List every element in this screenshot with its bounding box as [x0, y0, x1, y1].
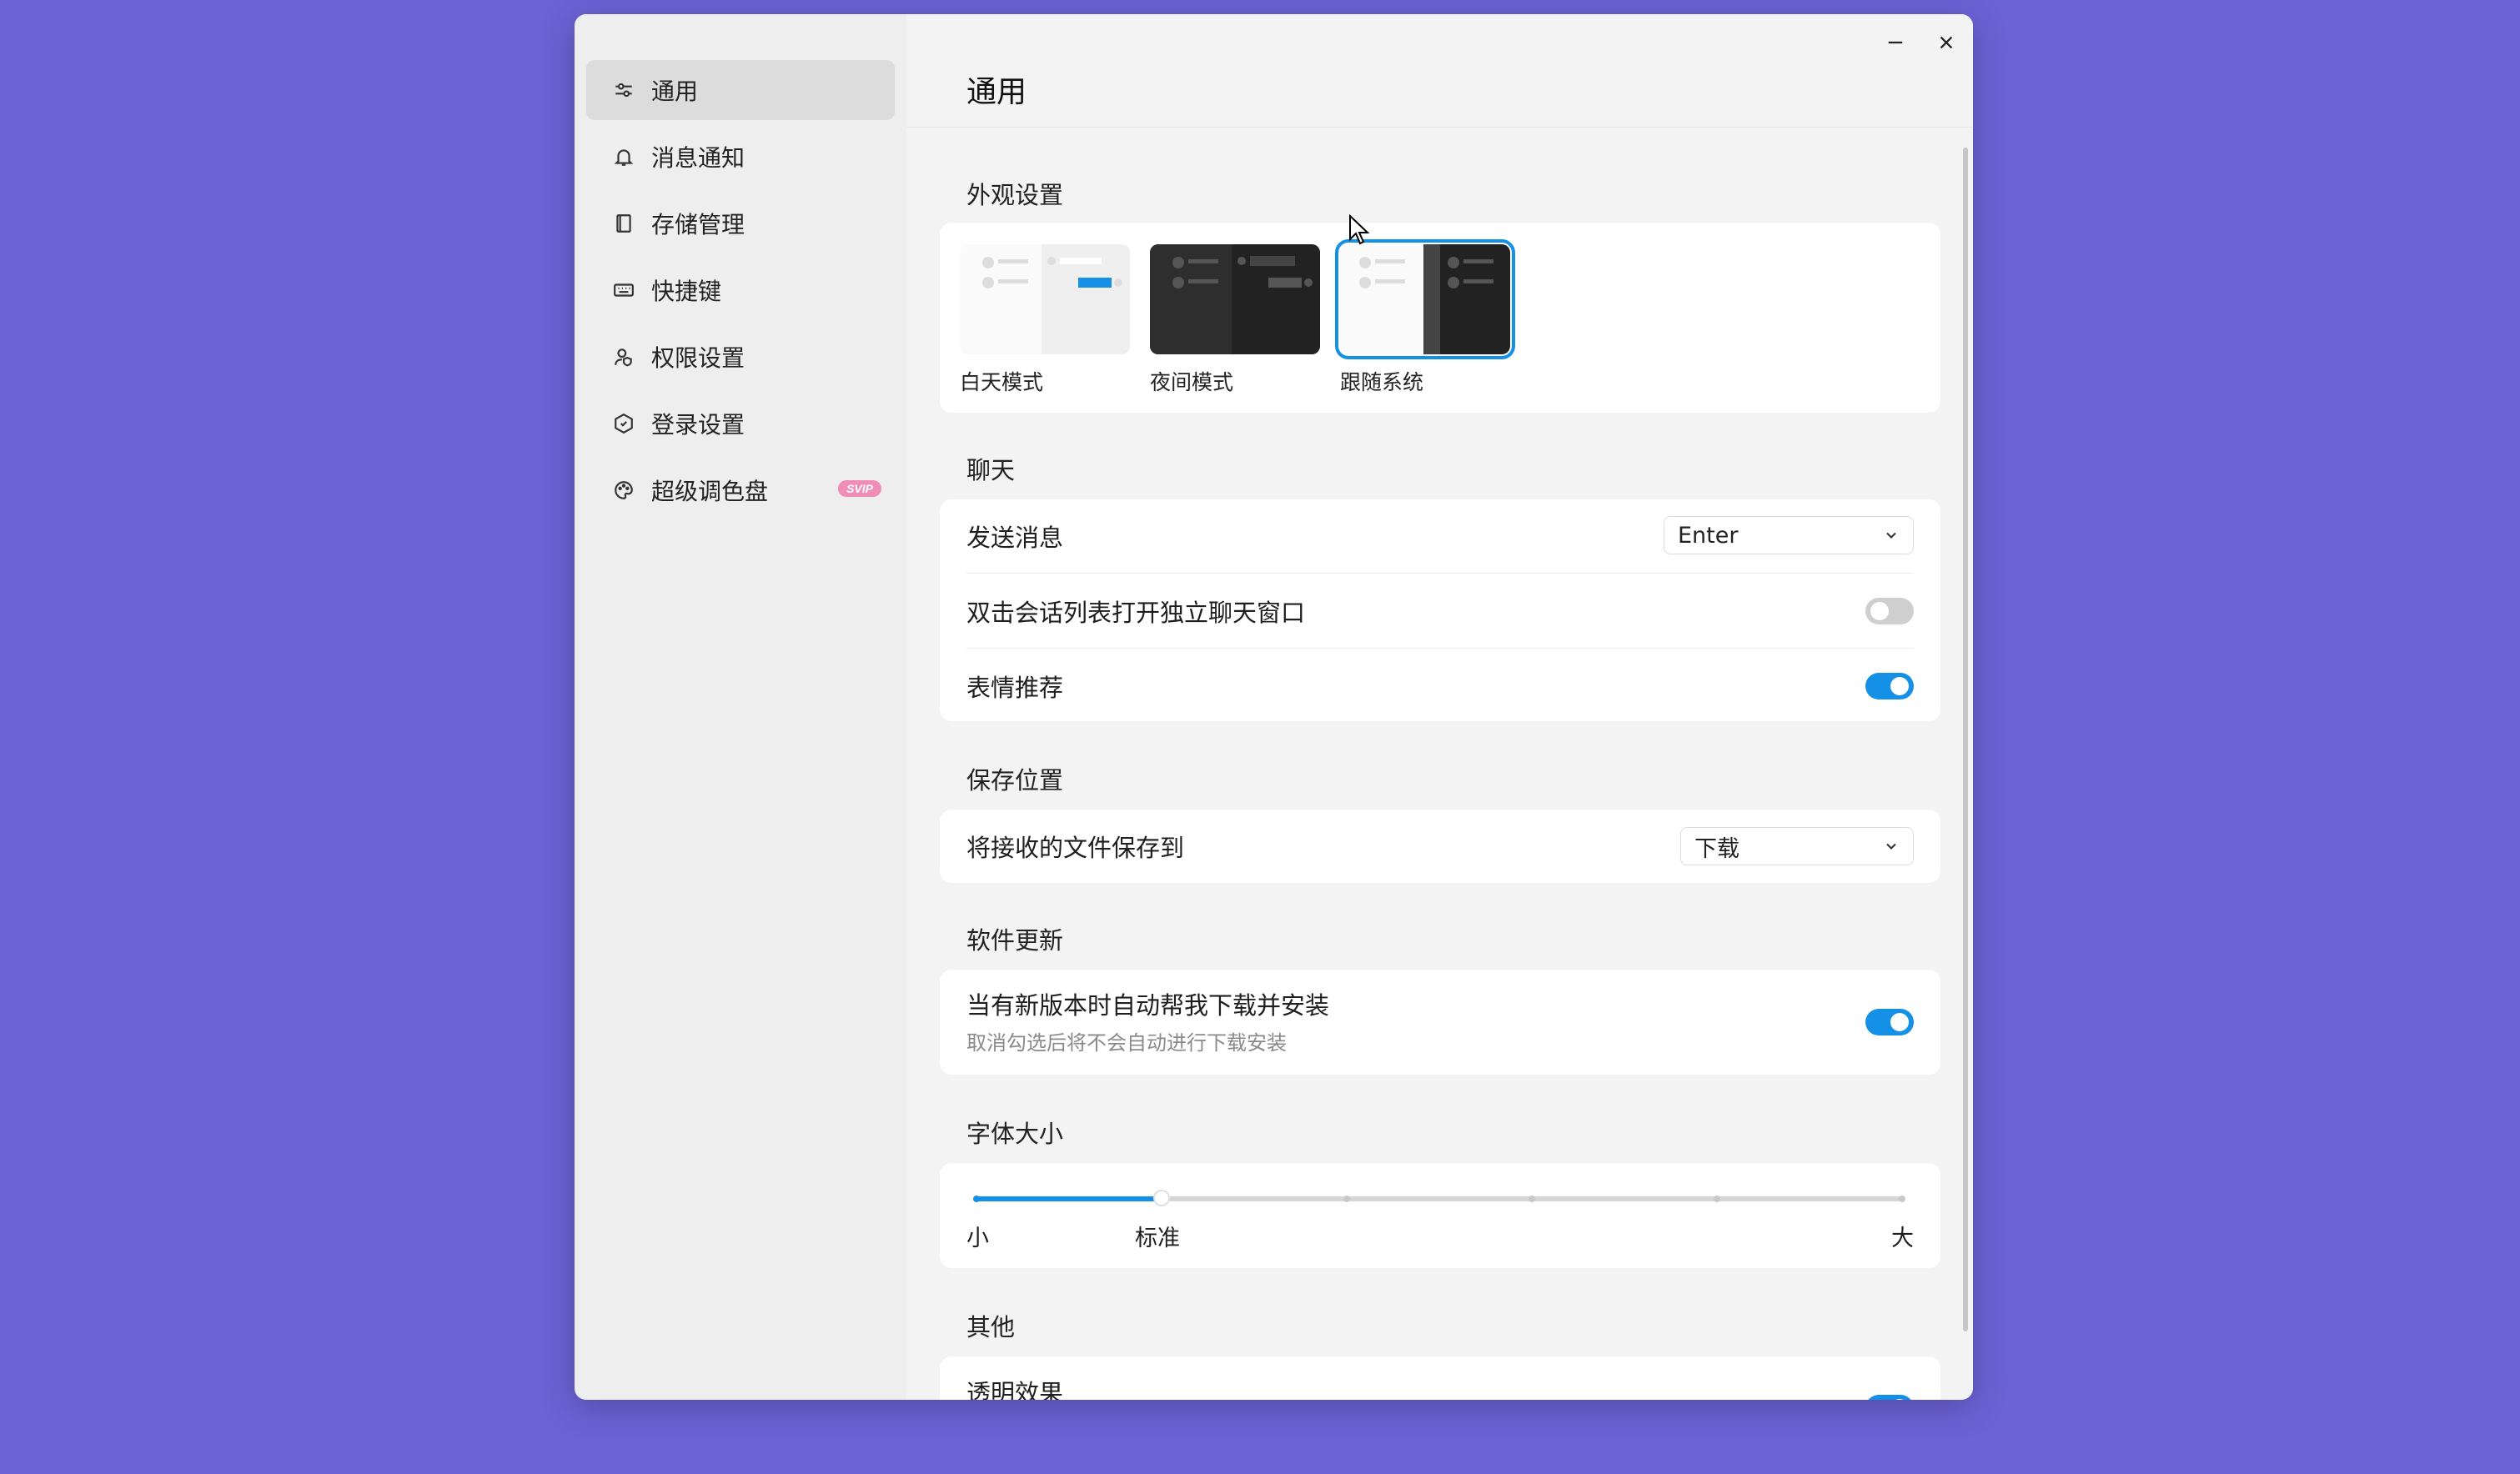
close-icon — [1940, 36, 1953, 49]
divider — [966, 573, 1914, 574]
sidebar-item-label: 权限设置 — [651, 344, 745, 372]
chevron-down-icon — [1886, 843, 1896, 850]
emoji-toggle[interactable] — [1865, 673, 1914, 699]
double-click-row: 双击会话列表打开独立聊天窗口 — [966, 586, 1914, 636]
page-title: 通用 — [966, 75, 1027, 109]
sidebar-item-permissions[interactable]: 权限设置 — [586, 327, 895, 387]
section-title-save: 保存位置 — [966, 766, 1064, 795]
theme-system-label: 跟随系统 — [1340, 370, 1424, 394]
slider-tick — [1529, 1196, 1535, 1202]
dark-theme-preview — [1150, 244, 1320, 354]
svip-badge: SVIP — [838, 480, 881, 497]
theme-light-label: 白天模式 — [960, 370, 1044, 394]
sidebar-item-label: 超级调色盘 — [651, 478, 769, 505]
chat-card: 发送消息 Enter 双击会话列表打开独立聊天窗口 表情推荐 — [940, 499, 1940, 721]
sidebar-item-palette[interactable]: 超级调色盘 SVIP — [586, 460, 895, 520]
sidebar-item-label: 存储管理 — [651, 211, 745, 238]
font-min-label: 小 — [966, 1226, 989, 1251]
main-header: 通用 — [906, 14, 1973, 128]
sidebar: 通用 消息通知 存储管理 快捷键 权限设置 登录设置 超级调色盘 SVIP — [575, 14, 906, 1400]
update-label: 当有新版本时自动帮我下载并安装 — [966, 991, 1330, 1020]
sidebar-item-shortcuts[interactable]: 快捷键 — [586, 260, 895, 320]
palette-icon — [611, 478, 636, 503]
bell-icon — [611, 144, 636, 169]
theme-dark-label: 夜间模式 — [1150, 370, 1234, 394]
section-title-appearance: 外观设置 — [966, 181, 1064, 209]
double-click-toggle[interactable] — [1865, 598, 1914, 624]
slider-tick — [1899, 1196, 1905, 1202]
update-sub: 取消勾选后将不会自动进行下载安装 — [966, 1031, 1287, 1055]
auto-update-toggle[interactable] — [1865, 1009, 1914, 1035]
sliders-icon — [611, 78, 636, 103]
system-theme-preview — [1340, 244, 1510, 354]
section-title-font: 字体大小 — [966, 1120, 1064, 1148]
slider-tick — [1714, 1196, 1720, 1202]
font-slider-fill — [976, 1196, 1162, 1201]
transparent-toggle[interactable] — [1865, 1395, 1914, 1400]
update-card: 当有新版本时自动帮我下载并安装 取消勾选后将不会自动进行下载安装 — [940, 970, 1940, 1075]
mouse-cursor-icon — [1349, 214, 1370, 245]
theme-system-option[interactable] — [1335, 239, 1515, 359]
section-title-update: 软件更新 — [966, 926, 1064, 955]
appearance-card: 白天模式 夜间模式 跟随系统 — [940, 223, 1940, 413]
save-card: 将接收的文件保存到 下载 — [940, 810, 1940, 883]
send-message-label: 发送消息 — [966, 524, 1064, 552]
close-button[interactable] — [1930, 26, 1963, 59]
transparent-row: 透明效果 — [966, 1366, 1914, 1400]
other-card: 透明效果 — [940, 1356, 1940, 1400]
section-title-chat: 聊天 — [966, 456, 1016, 484]
minimize-icon — [1888, 41, 1903, 44]
font-max-label: 大 — [1891, 1226, 1914, 1251]
sidebar-item-label: 消息通知 — [651, 144, 745, 172]
double-click-label: 双击会话列表打开独立聊天窗口 — [966, 599, 1306, 627]
sidebar-item-notifications[interactable]: 消息通知 — [586, 127, 895, 187]
font-standard-label: 标准 — [1135, 1226, 1180, 1251]
save-location-value: 下载 — [1694, 835, 1739, 862]
transparent-label: 透明效果 — [966, 1379, 1064, 1400]
light-theme-preview — [960, 244, 1130, 354]
emoji-label: 表情推荐 — [966, 674, 1064, 702]
sidebar-item-label: 通用 — [651, 78, 699, 105]
divider — [966, 648, 1914, 649]
save-location-select[interactable]: 下载 — [1680, 827, 1914, 865]
slider-tick — [1343, 1196, 1350, 1202]
save-label: 将接收的文件保存到 — [966, 834, 1185, 862]
font-card: 小 标准 大 — [940, 1163, 1940, 1268]
user-shield-icon — [611, 344, 636, 369]
settings-content: 外观设置 白天模式 夜间模式 跟随系统 聊天 发送消息 Enter 双击会话列表… — [906, 128, 1973, 1400]
minimize-button[interactable] — [1879, 26, 1912, 59]
main-panel: 通用 外观设置 白天模式 夜间模式 跟随系统 聊天 发送消息 Enter 双击会… — [906, 14, 1973, 1400]
sidebar-item-label: 登录设置 — [651, 411, 745, 439]
theme-light-option[interactable] — [960, 244, 1130, 354]
update-text: 当有新版本时自动帮我下载并安装 取消勾选后将不会自动进行下载安装 — [966, 986, 1329, 1055]
chevron-down-icon — [1886, 532, 1896, 539]
font-slider-thumb[interactable] — [1153, 1190, 1170, 1206]
sidebar-item-label: 快捷键 — [651, 278, 722, 305]
settings-window: 通用 消息通知 存储管理 快捷键 权限设置 登录设置 超级调色盘 SVIP 通用… — [575, 14, 1973, 1400]
scrollbar[interactable] — [1963, 148, 1968, 1331]
book-icon — [611, 211, 636, 236]
section-title-other: 其他 — [966, 1313, 1016, 1341]
send-key-select[interactable]: Enter — [1664, 516, 1914, 554]
slider-tick — [973, 1196, 980, 1202]
send-key-value: Enter — [1678, 522, 1739, 549]
sidebar-item-login[interactable]: 登录设置 — [586, 394, 895, 454]
sidebar-item-storage[interactable]: 存储管理 — [586, 193, 895, 253]
hexagon-icon — [611, 411, 636, 436]
emoji-row: 表情推荐 — [966, 661, 1914, 711]
sidebar-item-general[interactable]: 通用 — [586, 60, 895, 120]
keyboard-icon — [611, 278, 636, 303]
theme-dark-option[interactable] — [1150, 244, 1320, 354]
